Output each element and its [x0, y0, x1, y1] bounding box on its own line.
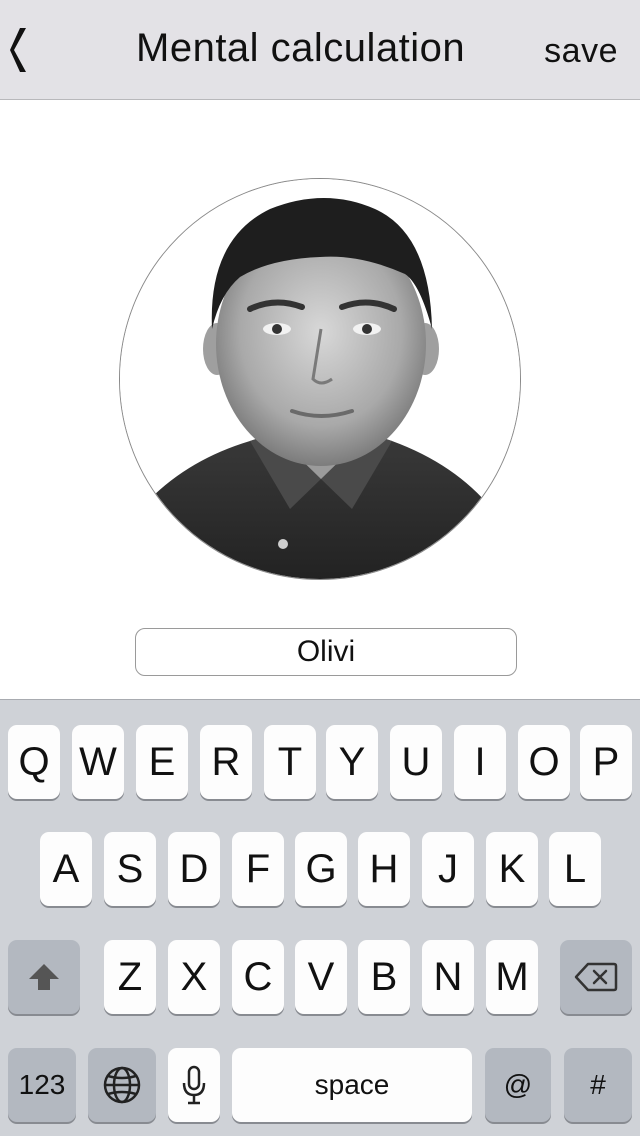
key-c[interactable]: C	[232, 940, 284, 1014]
at-key[interactable]: @	[485, 1048, 551, 1122]
microphone-icon	[182, 1065, 206, 1105]
hash-key-label: #	[590, 1069, 606, 1100]
key-y[interactable]: Y	[326, 725, 378, 799]
name-input[interactable]	[135, 628, 517, 676]
delete-backspace-icon	[574, 962, 618, 992]
delete-key[interactable]	[560, 940, 632, 1014]
key-d[interactable]: D	[168, 832, 220, 906]
key-a[interactable]: A	[40, 832, 92, 906]
key-l[interactable]: L	[549, 832, 601, 906]
shift-key[interactable]	[8, 940, 80, 1014]
person-portrait-photo	[120, 179, 520, 579]
key-g[interactable]: G	[295, 832, 347, 906]
back-chevron-icon	[10, 28, 26, 72]
shift-arrow-icon	[29, 964, 59, 990]
key-x[interactable]: X	[168, 940, 220, 1014]
globe-key[interactable]	[88, 1048, 156, 1122]
numbers-key-label: 123	[18, 1069, 66, 1100]
key-m[interactable]: M	[486, 940, 538, 1014]
key-s[interactable]: S	[104, 832, 156, 906]
microphone-key[interactable]	[168, 1048, 220, 1122]
save-button[interactable]: save	[544, 32, 618, 71]
key-k[interactable]: K	[486, 832, 538, 906]
key-t[interactable]: T	[264, 725, 316, 799]
key-v[interactable]: V	[295, 940, 347, 1014]
key-q[interactable]: Q	[8, 725, 60, 799]
page-title: Mental calculation	[136, 26, 466, 70]
key-f[interactable]: F	[232, 832, 284, 906]
key-o[interactable]: O	[518, 725, 570, 799]
numbers-key[interactable]: 123	[8, 1048, 76, 1122]
at-key-label: @	[503, 1069, 533, 1100]
back-button[interactable]	[0, 0, 60, 100]
key-p[interactable]: P	[580, 725, 632, 799]
key-w[interactable]: W	[72, 725, 124, 799]
key-h[interactable]: H	[358, 832, 410, 906]
key-n[interactable]: N	[422, 940, 474, 1014]
key-u[interactable]: U	[390, 725, 442, 799]
key-e[interactable]: E	[136, 725, 188, 799]
space-key[interactable]: space	[232, 1048, 472, 1122]
profile-photo[interactable]	[119, 178, 521, 580]
space-key-label: space	[314, 1069, 390, 1100]
key-z[interactable]: Z	[104, 940, 156, 1014]
key-j[interactable]: J	[422, 832, 474, 906]
key-b[interactable]: B	[358, 940, 410, 1014]
hash-key[interactable]: #	[564, 1048, 632, 1122]
key-r[interactable]: R	[200, 725, 252, 799]
on-screen-keyboard: Q W E R T Y U I O P A S D F G H J K L Z …	[0, 699, 640, 1136]
navigation-bar: Mental calculation save	[0, 0, 640, 100]
key-i[interactable]: I	[454, 725, 506, 799]
globe-icon	[103, 1066, 141, 1104]
